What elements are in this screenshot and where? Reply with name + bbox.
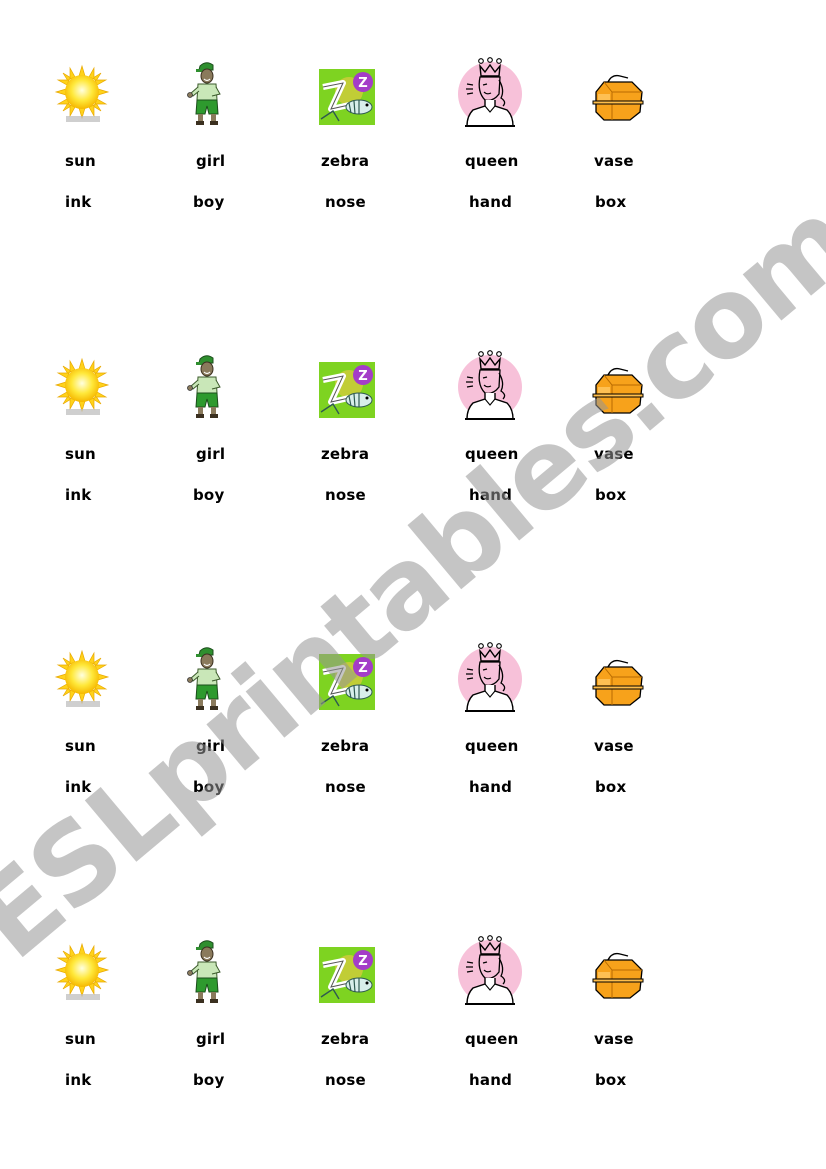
zebra-icon: Z [318, 60, 408, 130]
word-bottom: nose [325, 193, 366, 211]
item-boy: girl boy [180, 353, 270, 523]
word-bottom: boy [193, 778, 225, 796]
item-box: vase box [588, 938, 678, 1108]
word-top: queen [465, 737, 519, 755]
word-bottom: boy [193, 193, 225, 211]
word-top: zebra [321, 152, 370, 170]
word-top: queen [465, 1030, 519, 1048]
word-bottom: box [595, 778, 627, 796]
queen-icon [455, 935, 545, 1008]
item-sun: sun ink [52, 938, 142, 1108]
sun-icon [52, 645, 142, 715]
word-top: sun [65, 152, 96, 170]
box-icon [588, 645, 678, 715]
word-bottom: ink [65, 193, 92, 211]
item-zebra: Z zebra nose [318, 353, 408, 523]
picture-word-block: sun ink girl boy Z zebra nose queen hand… [0, 350, 826, 523]
item-queen: queen hand [455, 935, 545, 1108]
svg-text:Z: Z [358, 954, 367, 969]
svg-text:Z: Z [358, 76, 367, 91]
word-bottom: nose [325, 1071, 366, 1089]
zebra-icon: Z [318, 938, 408, 1008]
boy-icon [180, 938, 270, 1008]
word-bottom: ink [65, 486, 92, 504]
item-queen: queen hand [455, 350, 545, 523]
item-zebra: Z zebra nose [318, 645, 408, 815]
word-bottom: boy [193, 1071, 225, 1089]
zebra-icon: Z [318, 353, 408, 423]
item-sun: sun ink [52, 645, 142, 815]
svg-text:Z: Z [358, 661, 367, 676]
svg-text:Z: Z [358, 369, 367, 384]
word-top: sun [65, 737, 96, 755]
item-box: vase box [588, 645, 678, 815]
word-bottom: ink [65, 778, 92, 796]
word-bottom: hand [469, 1071, 513, 1089]
picture-word-block: sun ink girl boy Z zebra nose queen hand… [0, 935, 826, 1108]
word-top: queen [465, 152, 519, 170]
word-bottom: nose [325, 486, 366, 504]
sun-icon [52, 938, 142, 1008]
sun-icon [52, 353, 142, 423]
word-top: vase [594, 737, 634, 755]
word-bottom: boy [193, 486, 225, 504]
word-bottom: hand [469, 778, 513, 796]
word-bottom: hand [469, 193, 513, 211]
item-sun: sun ink [52, 353, 142, 523]
item-boy: girl boy [180, 60, 270, 230]
item-queen: queen hand [455, 57, 545, 230]
word-top: vase [594, 1030, 634, 1048]
word-top: girl [196, 1030, 226, 1048]
item-box: vase box [588, 60, 678, 230]
box-icon [588, 60, 678, 130]
word-top: vase [594, 445, 634, 463]
word-top: zebra [321, 445, 370, 463]
word-top: girl [196, 152, 226, 170]
zebra-icon: Z [318, 645, 408, 715]
queen-icon [455, 350, 545, 423]
item-zebra: Z zebra nose [318, 60, 408, 230]
sun-icon [52, 60, 142, 130]
boy-icon [180, 645, 270, 715]
queen-icon [455, 642, 545, 715]
picture-word-block: sun ink girl boy Z zebra nose queen hand… [0, 642, 826, 815]
picture-word-block: sun ink girl boy Z zebra nose queen hand… [0, 57, 826, 230]
word-bottom: ink [65, 1071, 92, 1089]
word-bottom: hand [469, 486, 513, 504]
word-top: zebra [321, 1030, 370, 1048]
item-zebra: Z zebra nose [318, 938, 408, 1108]
box-icon [588, 938, 678, 1008]
box-icon [588, 353, 678, 423]
word-top: zebra [321, 737, 370, 755]
item-boy: girl boy [180, 938, 270, 1108]
word-top: sun [65, 445, 96, 463]
word-bottom: box [595, 1071, 627, 1089]
word-bottom: nose [325, 778, 366, 796]
boy-icon [180, 353, 270, 423]
word-top: girl [196, 737, 226, 755]
worksheet-page: sun ink girl boy Z zebra nose queen hand… [0, 0, 826, 1169]
item-queen: queen hand [455, 642, 545, 815]
word-bottom: box [595, 486, 627, 504]
boy-icon [180, 60, 270, 130]
queen-icon [455, 57, 545, 130]
word-top: queen [465, 445, 519, 463]
item-sun: sun ink [52, 60, 142, 230]
item-boy: girl boy [180, 645, 270, 815]
word-top: sun [65, 1030, 96, 1048]
word-bottom: box [595, 193, 627, 211]
word-top: vase [594, 152, 634, 170]
word-top: girl [196, 445, 226, 463]
item-box: vase box [588, 353, 678, 523]
watermark: ESLprintables.com [0, 176, 826, 984]
